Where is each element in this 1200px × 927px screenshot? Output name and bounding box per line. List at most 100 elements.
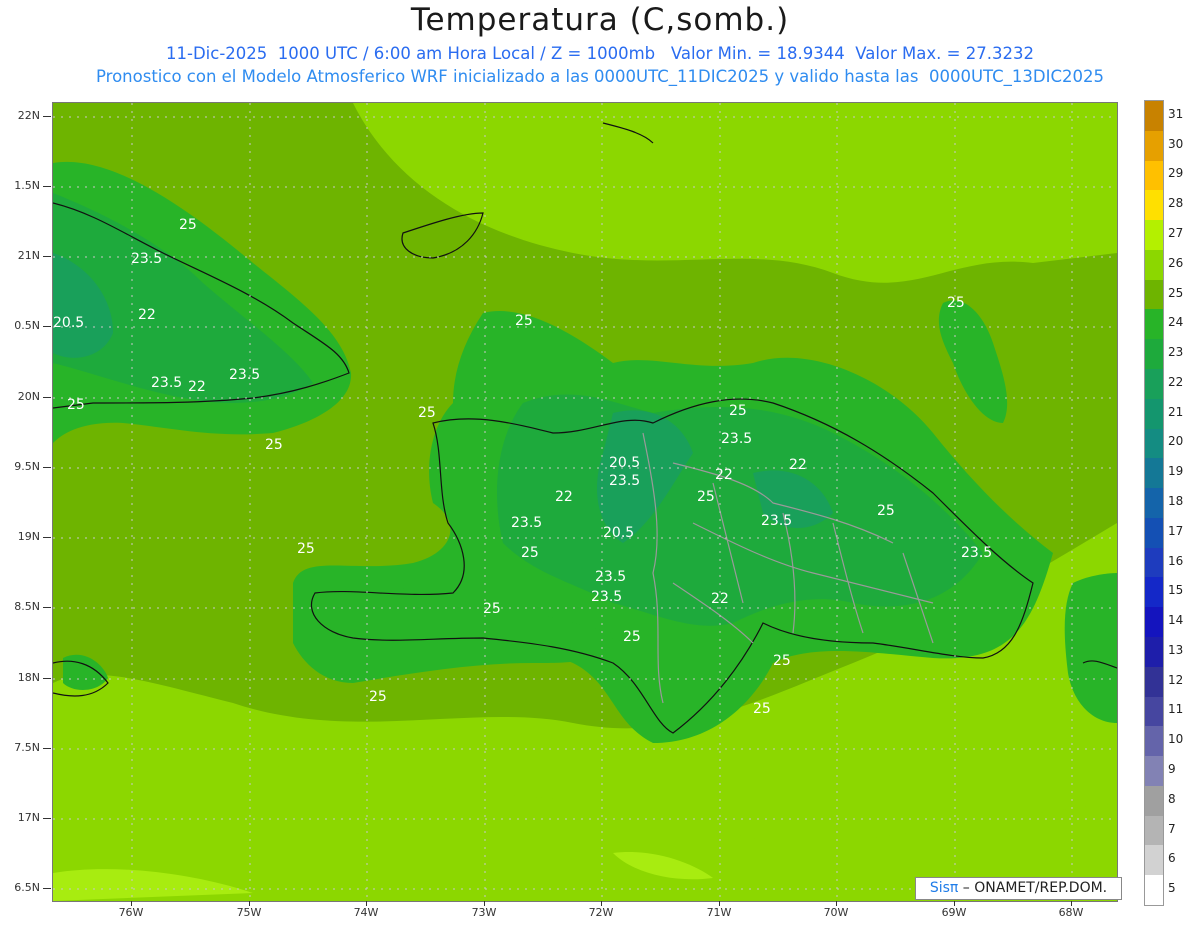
contour-label: 22 xyxy=(711,591,729,607)
contour-label: 20.5 xyxy=(603,525,634,541)
contour-label: 25 xyxy=(773,653,791,669)
lon-label: 73W xyxy=(471,906,497,919)
colorbar-segment xyxy=(1145,607,1163,638)
contour-label: 23.5 xyxy=(961,545,992,561)
lon-label: 70W xyxy=(823,906,849,919)
contour-label: 25 xyxy=(877,503,895,519)
colorbar-segment xyxy=(1145,696,1163,727)
lon-tick xyxy=(484,901,485,906)
contour-label: 23.5 xyxy=(591,589,622,605)
colorbar-segment xyxy=(1145,130,1163,162)
colorbar-segment xyxy=(1145,458,1163,489)
lat-tick xyxy=(43,537,51,538)
contour-label: 25 xyxy=(483,601,501,617)
lat-tick xyxy=(43,888,51,889)
contour-label: 23.5 xyxy=(761,513,792,529)
contour-label: 25 xyxy=(418,405,436,421)
lon-label: 68W xyxy=(1058,906,1084,919)
colorbar-label: 24 xyxy=(1168,315,1184,330)
lat-label: 1.5N xyxy=(14,179,40,192)
colorbar-label: 17 xyxy=(1168,523,1184,538)
lat-tick xyxy=(43,397,51,398)
lat-label: 7.5N xyxy=(14,741,40,754)
contour-label: 22 xyxy=(715,467,733,483)
colorbar-label: 21 xyxy=(1168,404,1184,419)
temperature-colorbar xyxy=(1144,100,1164,906)
model-info-line: Pronostico con el Modelo Atmosferico WRF… xyxy=(96,67,1104,86)
colorbar-segment xyxy=(1145,815,1163,846)
colorbar-label: 11 xyxy=(1168,702,1184,717)
colorbar-label: 30 xyxy=(1168,136,1184,151)
colorbar-label: 23 xyxy=(1168,345,1184,360)
colorbar-label: 13 xyxy=(1168,642,1184,657)
contour-label: 25 xyxy=(753,701,771,717)
colorbar-label: 28 xyxy=(1168,196,1184,211)
contour-label: 23.5 xyxy=(511,515,542,531)
colorbar-segment xyxy=(1145,398,1163,430)
lat-tick xyxy=(43,256,51,257)
colorbar-segment xyxy=(1145,488,1163,519)
contour-label: 22 xyxy=(789,457,807,473)
contour-label: 25 xyxy=(697,489,715,505)
colorbar-segment xyxy=(1145,756,1163,787)
contour-label: 22 xyxy=(555,489,573,505)
contour-label: 25 xyxy=(729,403,747,419)
map-canvas: 25 23.5 22 20.5 23.5 22 23.5 25 25 25 25… xyxy=(53,103,1117,901)
lon-tick xyxy=(719,901,720,906)
colorbar-segment xyxy=(1145,547,1163,578)
lon-tick xyxy=(1071,901,1072,906)
colorbar-label: 26 xyxy=(1168,255,1184,270)
colorbar-segment xyxy=(1145,637,1163,668)
lat-label: 9.5N xyxy=(14,460,40,473)
lon-tick xyxy=(366,901,367,906)
contour-label: 23.5 xyxy=(151,375,182,391)
colorbar-segment xyxy=(1145,339,1163,370)
lon-tick xyxy=(954,901,955,906)
temperature-map: 25 23.5 22 20.5 23.5 22 23.5 25 25 25 25… xyxy=(52,102,1118,902)
contour-label: 23.5 xyxy=(609,473,640,489)
contour-label: 25 xyxy=(179,217,197,233)
lat-label: 6.5N xyxy=(14,881,40,894)
contour-label: 20.5 xyxy=(53,315,84,331)
lat-tick xyxy=(43,818,51,819)
contour-label: 23.5 xyxy=(131,251,162,267)
contour-label: 25 xyxy=(947,295,965,311)
colorbar-segment xyxy=(1145,101,1163,132)
forecast-time-line: 11-Dic-2025 1000 UTC / 6:00 am Hora Loca… xyxy=(166,44,1034,63)
lon-tick xyxy=(249,901,250,906)
contour-label: 25 xyxy=(623,629,641,645)
lon-label: 72W xyxy=(588,906,614,919)
colorbar-segment xyxy=(1145,190,1163,221)
lat-tick xyxy=(43,326,51,327)
lon-tick xyxy=(601,901,602,906)
colorbar-label: 25 xyxy=(1168,285,1184,300)
colorbar-label: 27 xyxy=(1168,226,1184,240)
colorbar-label: 15 xyxy=(1168,583,1184,598)
sispi-logo-text: Sisπ xyxy=(929,880,959,896)
colorbar-segment xyxy=(1145,517,1163,549)
lat-label: 22N xyxy=(17,109,40,122)
colorbar-label: 5 xyxy=(1168,881,1176,896)
map-title: Temperatura (C,somb.) xyxy=(410,2,790,38)
colorbar-segment xyxy=(1145,845,1163,876)
colorbar-segment xyxy=(1145,577,1163,608)
contour-label: 23.5 xyxy=(721,431,752,447)
colorbar-segment xyxy=(1145,279,1163,310)
contour-label: 23.5 xyxy=(229,367,260,383)
contour-label: 25 xyxy=(67,397,85,413)
credit-org: – ONAMET/REP.DOM. xyxy=(958,880,1108,896)
lat-tick xyxy=(43,748,51,749)
lat-label: 19N xyxy=(17,530,40,543)
colorbar-segment xyxy=(1145,309,1163,340)
lat-label: 21N xyxy=(17,249,40,262)
colorbar-label: 29 xyxy=(1168,166,1184,181)
lat-tick xyxy=(43,116,51,117)
contour-label: 25 xyxy=(515,313,533,329)
credit-box: Sisπ – ONAMET/REP.DOM. xyxy=(915,877,1122,900)
colorbar-segment xyxy=(1145,249,1163,281)
contour-label: 25 xyxy=(521,545,539,561)
colorbar-label: 10 xyxy=(1168,732,1184,747)
contour-label: 22 xyxy=(188,379,206,395)
lat-label: 18N xyxy=(17,671,40,684)
colorbar-segment xyxy=(1145,785,1163,817)
